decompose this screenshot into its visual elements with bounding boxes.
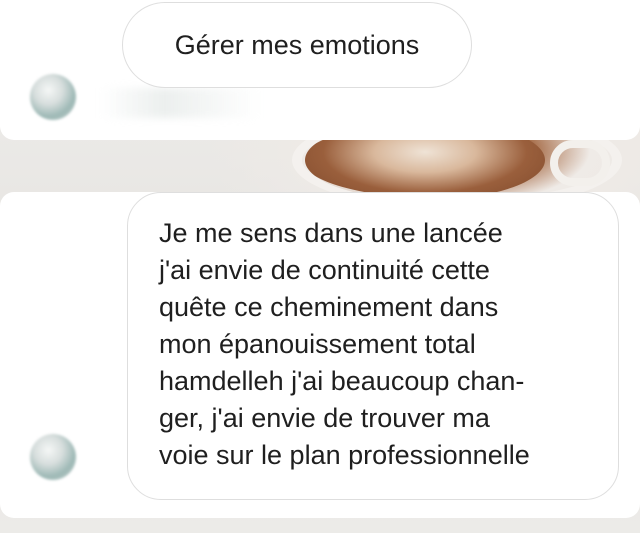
avatar[interactable] [30,74,76,120]
blurred-area [100,88,260,118]
message-line: hamdelleh j'ai beaucoup chan- [159,366,525,396]
message-text: Gérer mes emotions [174,29,420,60]
message-line: Je me sens dans une lancée [159,218,503,248]
message-line: voie sur le plan professionnelle [159,440,530,470]
message-line: quête ce cheminement dans [159,292,499,322]
message-bubble[interactable]: Gérer mes emotions [122,2,472,88]
avatar[interactable] [30,434,76,480]
cup-handle [550,140,610,186]
message-line: j'ai envie de continuité cette [159,255,490,285]
message-line: mon épanouissement total [159,329,476,359]
message-bubble[interactable]: Je me sens dans une lancée j'ai envie de… [127,192,619,500]
message-line: ger, j'ai envie de trouver ma [159,403,490,433]
